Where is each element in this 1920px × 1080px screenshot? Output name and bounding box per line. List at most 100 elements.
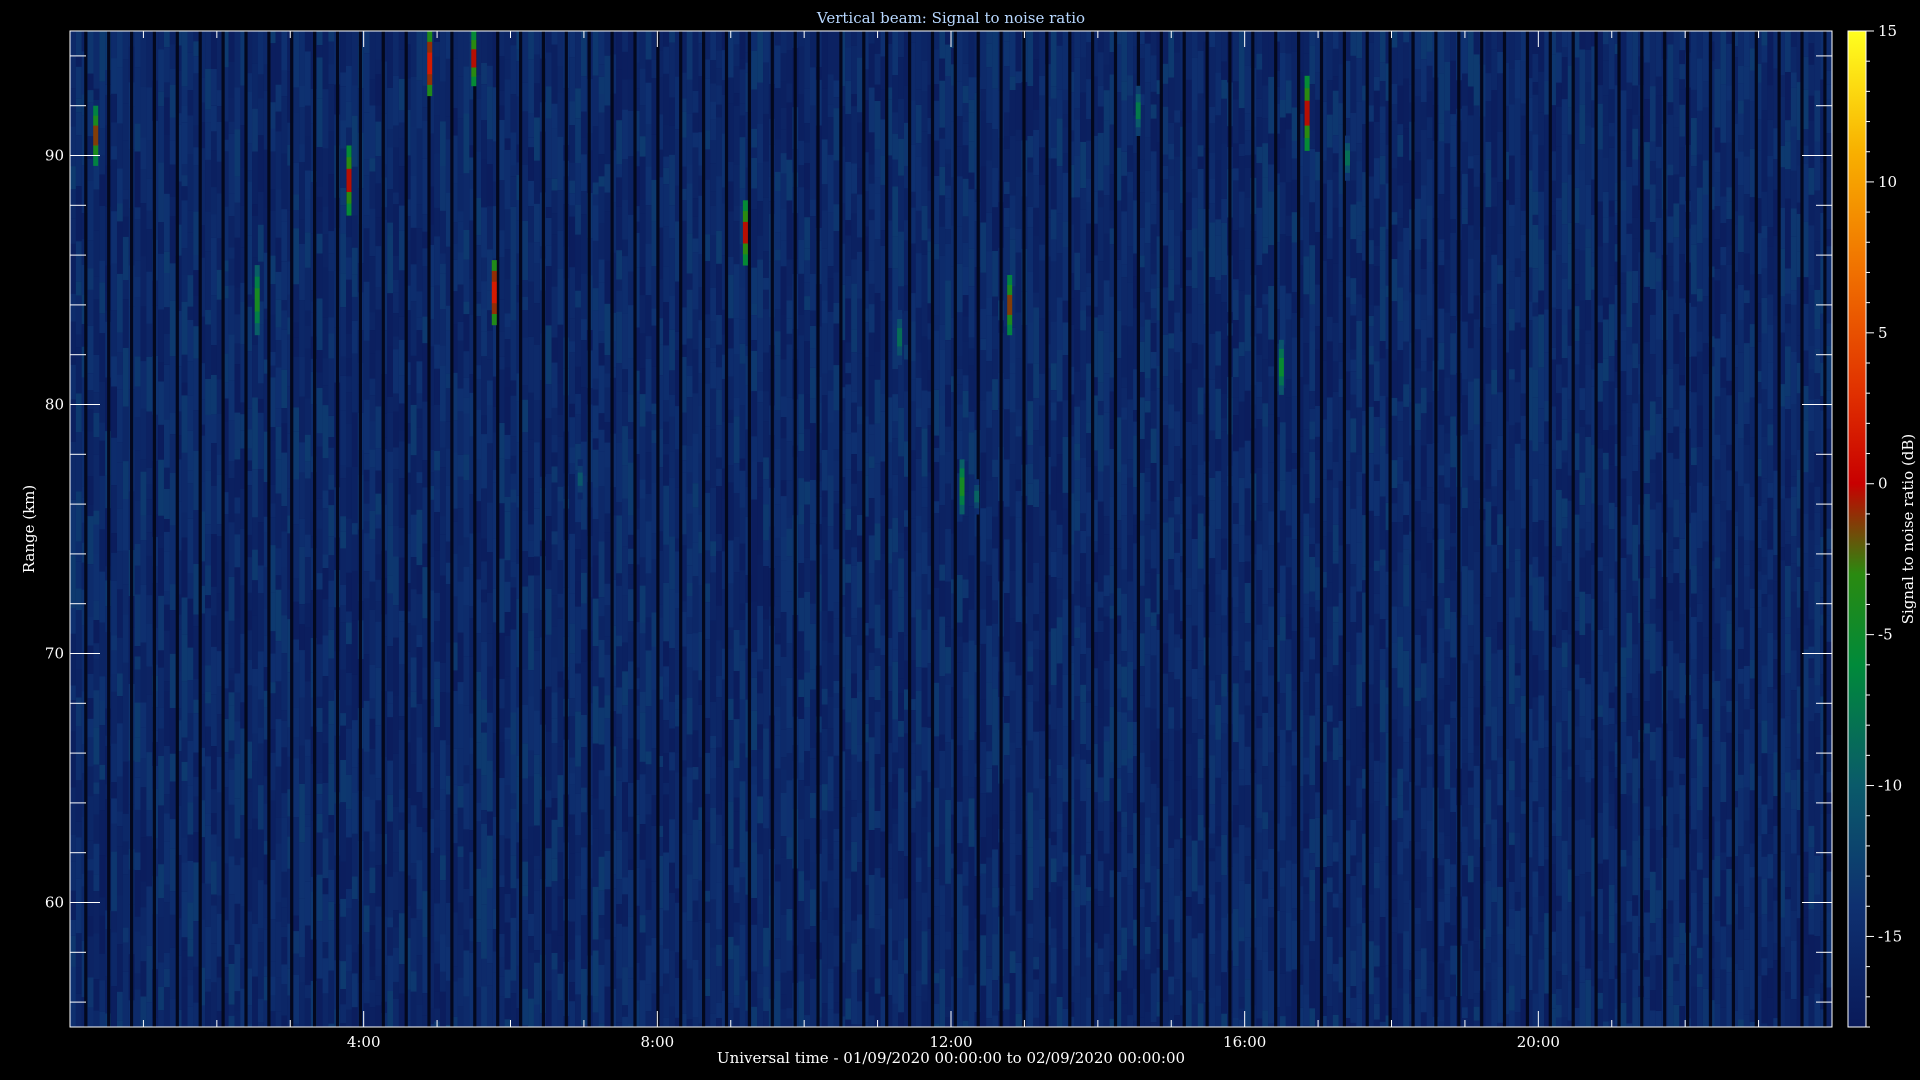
noise-cell (663, 454, 670, 486)
noise-cell (851, 871, 858, 921)
noise-cell (1056, 548, 1063, 579)
noise-cell (986, 481, 993, 507)
noise-cell (510, 176, 517, 207)
noise-cell (757, 973, 764, 999)
noise-cell (604, 850, 611, 890)
noise-cell (968, 609, 975, 641)
noise-cell (774, 958, 781, 981)
noise-cell (534, 508, 540, 557)
noise-cell (193, 510, 200, 564)
noise-cell (393, 753, 399, 807)
noise-cell (363, 654, 370, 701)
noise-cell (628, 462, 634, 516)
noise-cell (228, 247, 235, 259)
noise-cell (933, 513, 940, 570)
noise-cell (663, 226, 670, 267)
noise-cell (457, 411, 464, 455)
noise-cell (387, 955, 394, 991)
noise-cell (733, 867, 740, 893)
noise-cell (481, 641, 487, 700)
noise-cell (868, 220, 875, 261)
noise-cell (739, 507, 746, 544)
noise-cell (293, 337, 300, 357)
noise-cell (187, 834, 194, 861)
noise-cell (874, 811, 881, 828)
noise-cell (956, 430, 963, 460)
noise-cell (622, 546, 628, 596)
noise-cell (205, 324, 211, 379)
noise-cell (70, 834, 76, 862)
noise-cell (833, 602, 840, 619)
noise-cell (140, 256, 147, 307)
noise-cell (457, 902, 464, 935)
noise-cell (874, 665, 881, 700)
noise-cell (134, 737, 141, 763)
noise-cell (481, 63, 487, 85)
noise-cell (205, 160, 211, 212)
noise-cell (1027, 172, 1034, 207)
noise-cell (733, 995, 740, 1008)
noise-cell (868, 332, 875, 366)
noise-cell (868, 573, 875, 629)
noise-cell (751, 147, 758, 158)
noise-cell (293, 31, 300, 88)
noise-cell (833, 365, 840, 411)
noise-cell (498, 31, 505, 57)
noise-cell (968, 248, 975, 287)
noise-cell (316, 31, 323, 46)
noise-cell (939, 564, 946, 581)
noise-cell (293, 915, 300, 931)
noise-cell (992, 600, 998, 624)
noise-cell (686, 397, 693, 446)
noise-cell (622, 877, 628, 895)
noise-cell (346, 467, 352, 519)
noise-cell (663, 31, 670, 47)
noise-cell (416, 393, 423, 409)
noise-cell (545, 790, 552, 808)
noise-cell (87, 737, 94, 767)
noise-cell (346, 944, 352, 972)
noise-cell (780, 438, 787, 481)
noise-cell (892, 186, 899, 237)
noise-cell (363, 215, 370, 229)
noise-cell (551, 434, 558, 453)
noise-cell (874, 700, 881, 712)
noise-cell (1027, 483, 1034, 506)
noise-cell (346, 518, 352, 573)
noise-cell (481, 561, 487, 590)
noise-cell (487, 206, 493, 250)
noise-cell (322, 942, 329, 959)
noise-cell (281, 964, 288, 984)
noise-cell (669, 125, 675, 155)
noise-cell (346, 774, 352, 810)
noise-cell (158, 548, 164, 596)
noise-cell (845, 932, 852, 961)
noise-cell (915, 921, 922, 971)
noise-cell (281, 817, 288, 872)
noise-cell (616, 687, 623, 714)
noise-cell (269, 653, 276, 683)
noise-cell (604, 31, 611, 56)
noise-cell (1033, 969, 1040, 980)
noise-cell (340, 148, 347, 188)
noise-cell (269, 284, 276, 315)
noise-cell (710, 778, 717, 808)
noise-cell (845, 298, 852, 343)
noise-cell (557, 31, 564, 67)
noise-cell (751, 50, 758, 90)
noise-cell (134, 870, 141, 917)
noise-cell (93, 437, 100, 455)
noise-cell (504, 31, 511, 60)
noise-cell (956, 355, 963, 369)
noise-cell (921, 205, 928, 241)
noise-cell (851, 94, 858, 107)
noise-cell (398, 316, 405, 340)
noise-cell (398, 166, 405, 206)
noise-cell (122, 550, 129, 585)
noise-cell (281, 310, 288, 330)
noise-cell (833, 80, 840, 98)
noise-cell (498, 105, 505, 121)
noise-cell (774, 768, 781, 812)
noise-cell (1039, 650, 1045, 683)
noise-cell (351, 412, 358, 467)
